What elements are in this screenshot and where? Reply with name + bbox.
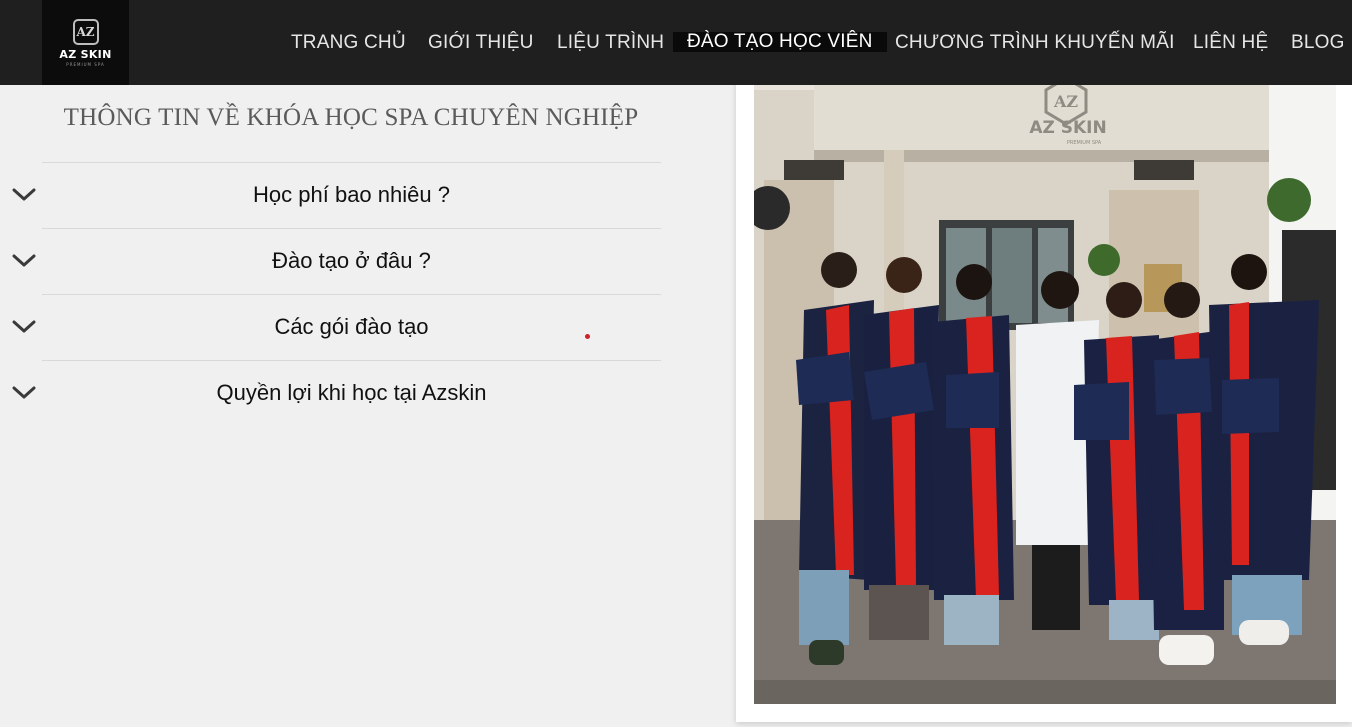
chevron-down-icon[interactable]	[12, 184, 36, 206]
accordion-item[interactable]: Quyền lợi khi học tại Azskin	[0, 360, 702, 426]
accordion-label[interactable]: Các gói đào tạo	[42, 314, 661, 340]
section-title: THÔNG TIN VỀ KHÓA HỌC SPA CHUYÊN NGHIỆP	[63, 104, 639, 131]
sign-sub: PREMIUM SPA	[1067, 140, 1102, 146]
faq-accordion: Học phí bao nhiêu ? Đào tạo ở đâu ? Các …	[0, 162, 702, 426]
nav-item-trang-chu[interactable]: TRANG CHỦ	[291, 28, 406, 58]
accordion-item[interactable]: Đào tạo ở đâu ?	[0, 228, 702, 294]
sign-mark: AZ	[1053, 92, 1078, 111]
graduation-photo-illustration: AZ AZ SKIN PREMIUM SPA	[754, 0, 1336, 704]
nav-item-dao-tao-hoc-vien[interactable]: ĐÀO TẠO HỌC VIÊN	[673, 32, 887, 52]
accordion-label[interactable]: Đào tạo ở đâu ?	[42, 248, 661, 274]
nav-item-khuyen-mai[interactable]: CHƯƠNG TRÌNH KHUYẾN MÃI	[895, 28, 1175, 58]
logo-mark: AZ	[72, 18, 99, 45]
accordion-label[interactable]: Quyền lợi khi học tại Azskin	[42, 380, 661, 406]
accordion-item[interactable]: Các gói đào tạo	[0, 294, 702, 360]
nav-item-lien-he[interactable]: LIÊN HỆ	[1193, 28, 1268, 58]
nav-item-blog[interactable]: BLOG	[1291, 28, 1345, 58]
accordion-label[interactable]: Học phí bao nhiêu ?	[42, 182, 661, 208]
sign-name: AZ SKIN	[1029, 118, 1106, 138]
divider	[42, 162, 661, 163]
nav-item-gioi-thieu[interactable]: GIỚI THIỆU	[428, 28, 534, 58]
graduation-photo: AZ AZ SKIN PREMIUM SPA	[754, 0, 1336, 704]
page: AZ AZ SKIN PREMIUM SPA TRANG CHỦ GIỚI TH…	[0, 0, 1352, 727]
site-header: AZ AZ SKIN PREMIUM SPA TRANG CHỦ GIỚI TH…	[0, 0, 1352, 85]
nav-item-lieu-trinh[interactable]: LIỆU TRÌNH	[557, 28, 664, 58]
brand-logo[interactable]: AZ AZ SKIN PREMIUM SPA	[42, 0, 129, 85]
red-dot-marker	[585, 334, 590, 339]
accordion-item[interactable]: Học phí bao nhiêu ?	[0, 162, 702, 228]
logo-sub: PREMIUM SPA	[66, 61, 105, 67]
divider	[42, 294, 661, 295]
divider	[42, 228, 661, 229]
chevron-down-icon[interactable]	[12, 382, 36, 404]
divider	[42, 360, 661, 361]
chevron-down-icon[interactable]	[12, 316, 36, 338]
chevron-down-icon[interactable]	[12, 250, 36, 272]
logo-name: AZ SKIN	[59, 47, 112, 61]
